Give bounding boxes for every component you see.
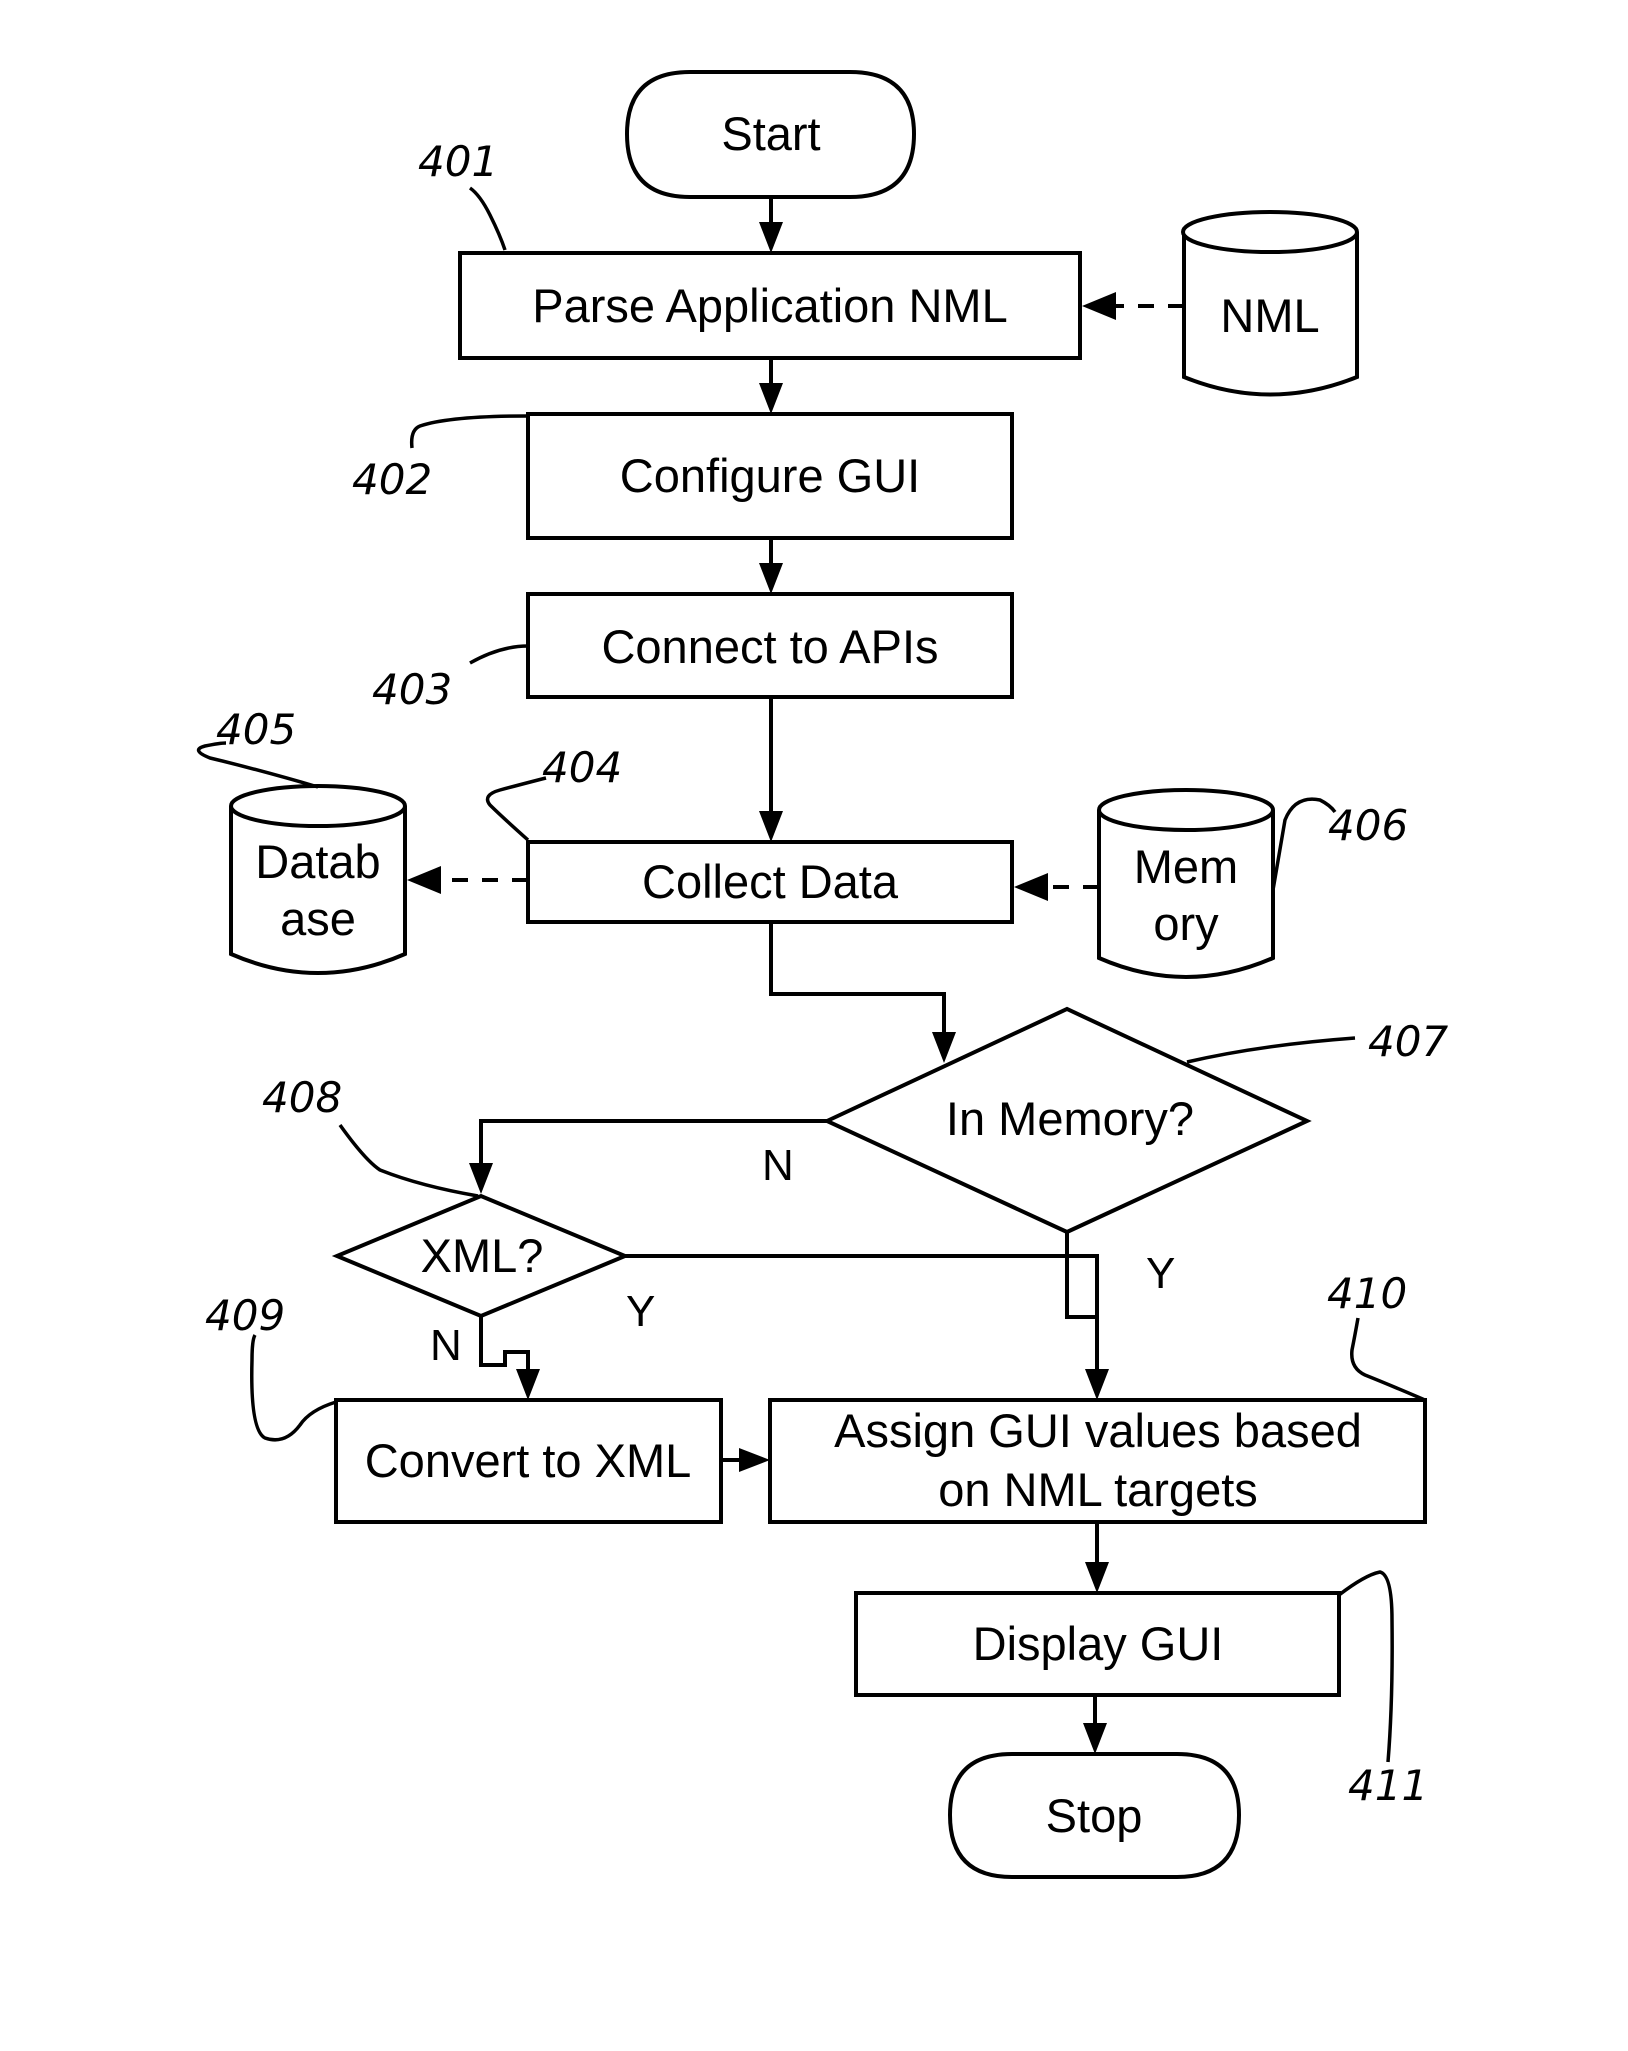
parse-application-nml-step: Parse Application NML bbox=[458, 251, 1082, 360]
in-memory-yes-label: Y bbox=[1146, 1249, 1175, 1298]
dashed-arrow-collect-to-database bbox=[407, 866, 528, 894]
collect-label: Collect Data bbox=[642, 855, 899, 908]
xml-decision: XML? bbox=[331, 1193, 631, 1319]
arrow-parse-to-configure bbox=[759, 358, 783, 414]
xml-yes-label: Y bbox=[626, 1287, 655, 1336]
ref-leader-409 bbox=[250, 1334, 337, 1442]
ref-407: 407 bbox=[1368, 1017, 1448, 1066]
start-terminator: Start bbox=[624, 70, 917, 199]
ref-leader-406 bbox=[1271, 797, 1337, 891]
connect-to-apis-step: Connect to APIs bbox=[526, 592, 1014, 699]
ref-leader-408 bbox=[338, 1123, 479, 1198]
in-memory-label: In Memory? bbox=[946, 1092, 1194, 1145]
database-datastore: Datab ase bbox=[229, 784, 407, 975]
ref-402: 402 bbox=[352, 455, 432, 504]
nml-label: NML bbox=[1220, 289, 1319, 342]
assign-label-line2: on NML targets bbox=[938, 1463, 1258, 1516]
ref-411: 411 bbox=[1348, 1761, 1428, 1810]
ref-405: 405 bbox=[216, 705, 296, 754]
ref-410: 410 bbox=[1327, 1269, 1407, 1318]
ref-leader-403 bbox=[469, 644, 529, 665]
parse-label: Parse Application NML bbox=[532, 279, 1007, 332]
in-memory-no-label: N bbox=[762, 1141, 794, 1190]
ref-406: 406 bbox=[1328, 801, 1408, 850]
arrow-connect-to-collect bbox=[759, 697, 783, 842]
collect-data-step: Collect Data bbox=[526, 840, 1014, 924]
stop-terminator: Stop bbox=[947, 1752, 1242, 1879]
xml-no-label: N bbox=[430, 1321, 462, 1370]
start-label: Start bbox=[721, 107, 820, 160]
dashed-arrow-nml-to-parse bbox=[1082, 292, 1184, 320]
arrow-convert-to-assign bbox=[721, 1448, 770, 1472]
configure-gui-step: Configure GUI bbox=[526, 412, 1014, 540]
display-gui-step: Display GUI bbox=[854, 1591, 1341, 1697]
configure-label: Configure GUI bbox=[620, 449, 920, 502]
ref-401: 401 bbox=[418, 137, 498, 186]
convert-label: Convert to XML bbox=[365, 1434, 692, 1487]
stop-label: Stop bbox=[1046, 1789, 1143, 1842]
memory-label-line1: Mem bbox=[1134, 840, 1238, 893]
assign-gui-values-step: Assign GUI values based on NML targets bbox=[768, 1398, 1427, 1524]
ref-leader-401 bbox=[468, 186, 507, 251]
in-memory-decision: In Memory? bbox=[822, 1006, 1312, 1235]
ref-leader-402 bbox=[409, 414, 529, 449]
display-label: Display GUI bbox=[973, 1617, 1224, 1670]
convert-to-xml-step: Convert to XML bbox=[334, 1398, 723, 1524]
ref-408: 408 bbox=[262, 1073, 342, 1122]
ref-leader-411 bbox=[1337, 1570, 1394, 1763]
ref-leader-404 bbox=[485, 776, 547, 842]
arrow-display-to-stop bbox=[1083, 1695, 1107, 1754]
nml-datastore: NML bbox=[1181, 210, 1359, 397]
arrow-collect-to-in-memory bbox=[769, 922, 956, 1063]
connect-label: Connect to APIs bbox=[601, 620, 938, 673]
arrow-in-memory-yes-to-assign bbox=[1065, 1232, 1097, 1319]
flowchart: Start Parse Application NML 401 NML Conf… bbox=[196, 70, 1448, 1879]
arrow-start-to-parse bbox=[759, 197, 783, 253]
memory-datastore: Mem ory bbox=[1097, 788, 1275, 979]
database-label-line2: ase bbox=[280, 892, 356, 945]
ref-404: 404 bbox=[542, 743, 622, 792]
xml-label: XML? bbox=[421, 1229, 544, 1282]
dashed-arrow-memory-to-collect bbox=[1014, 873, 1099, 901]
ref-leader-407 bbox=[1186, 1036, 1356, 1064]
arrow-assign-to-display bbox=[1085, 1522, 1109, 1593]
assign-label-line1: Assign GUI values based bbox=[834, 1404, 1362, 1457]
memory-label-line2: ory bbox=[1153, 897, 1219, 950]
arrow-xml-yes-to-assign bbox=[625, 1254, 1109, 1400]
database-label-line1: Datab bbox=[255, 835, 380, 888]
ref-403: 403 bbox=[372, 665, 452, 714]
ref-leader-410 bbox=[1350, 1317, 1426, 1402]
arrow-configure-to-connect bbox=[759, 538, 783, 594]
ref-409: 409 bbox=[205, 1291, 285, 1340]
arrow-xml-no-to-convert bbox=[479, 1316, 540, 1400]
